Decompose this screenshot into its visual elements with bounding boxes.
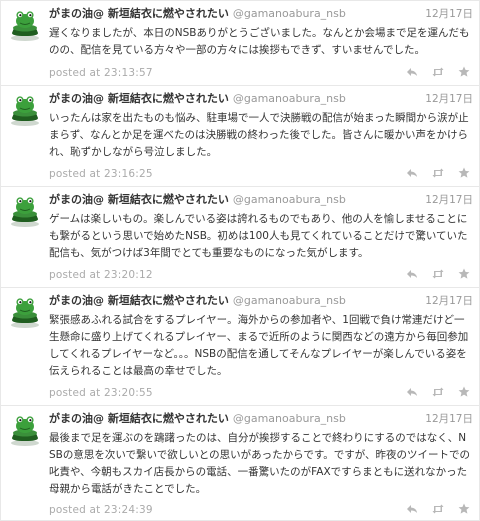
- posted-at[interactable]: posted at 23:20:12: [49, 269, 153, 281]
- screen-name[interactable]: @gamanoabura_nsb: [233, 294, 346, 307]
- screen-name[interactable]: @gamanoabura_nsb: [233, 7, 346, 20]
- frog-avatar-icon: [11, 197, 39, 227]
- retweet-icon[interactable]: [431, 385, 445, 399]
- tweet-header: がまの油@ 新垣結衣に燃やされたい @gamanoabura_nsb 12月17日: [49, 293, 473, 309]
- tweet-actions: [405, 65, 471, 79]
- display-name[interactable]: がまの油@ 新垣結衣に燃やされたい: [49, 294, 229, 307]
- reply-icon[interactable]: [405, 502, 419, 516]
- tweet-actions: [405, 502, 471, 516]
- star-icon[interactable]: [457, 65, 471, 79]
- tweet-text: いったんは家を出たものも悩み、駐車場で一人で決勝戦の配信が始まった瞬間から涙が止…: [49, 112, 469, 158]
- tweet-item: がまの油@ 新垣結衣に燃やされたい @gamanoabura_nsb 12月17日…: [1, 187, 479, 288]
- posted-at[interactable]: posted at 23:16:25: [49, 168, 153, 180]
- star-icon[interactable]: [457, 385, 471, 399]
- tweet-item: がまの油@ 新垣結衣に燃やされたい @gamanoabura_nsb 12月17日…: [1, 1, 479, 86]
- retweet-icon[interactable]: [431, 65, 445, 79]
- avatar[interactable]: [7, 6, 43, 42]
- tweet-text: ゲームは楽しいもの。楽しんでいる姿は誇れるものでもあり、他の人を愉しませることに…: [49, 213, 468, 259]
- posted-at[interactable]: posted at 23:20:55: [49, 387, 153, 399]
- display-name[interactable]: がまの油@ 新垣結衣に燃やされたい: [49, 193, 229, 206]
- screen-name[interactable]: @gamanoabura_nsb: [233, 92, 346, 105]
- tweet-date[interactable]: 12月17日: [425, 192, 473, 208]
- tweet-actions: [405, 166, 471, 180]
- posted-at[interactable]: posted at 23:24:39: [49, 504, 153, 516]
- tweet-date[interactable]: 12月17日: [425, 293, 473, 309]
- avatar[interactable]: [7, 411, 43, 447]
- posted-at[interactable]: posted at 23:13:57: [49, 67, 153, 79]
- avatar[interactable]: [7, 91, 43, 127]
- screen-name[interactable]: @gamanoabura_nsb: [233, 412, 346, 425]
- tweet-header: がまの油@ 新垣結衣に燃やされたい @gamanoabura_nsb 12月17日: [49, 411, 473, 427]
- star-icon[interactable]: [457, 267, 471, 281]
- tweet-text: 最後まで足を運ぶのを躊躇ったのは、自分が挨拶することで終わりにするのではなく、N…: [49, 432, 471, 495]
- reply-icon[interactable]: [405, 166, 419, 180]
- tweet-date[interactable]: 12月17日: [425, 411, 473, 427]
- reply-icon[interactable]: [405, 65, 419, 79]
- tweet-item: がまの油@ 新垣結衣に燃やされたい @gamanoabura_nsb 12月17日…: [1, 288, 479, 406]
- reply-icon[interactable]: [405, 267, 419, 281]
- tweet-header: がまの油@ 新垣結衣に燃やされたい @gamanoabura_nsb 12月17日: [49, 6, 473, 22]
- tweet-date[interactable]: 12月17日: [425, 91, 473, 107]
- retweet-icon[interactable]: [431, 166, 445, 180]
- star-icon[interactable]: [457, 502, 471, 516]
- tweet-item: がまの油@ 新垣結衣に燃やされたい @gamanoabura_nsb 12月17日…: [1, 86, 479, 187]
- reply-icon[interactable]: [405, 385, 419, 399]
- screen-name[interactable]: @gamanoabura_nsb: [233, 193, 346, 206]
- frog-avatar-icon: [11, 416, 39, 446]
- frog-avatar-icon: [11, 11, 39, 41]
- avatar[interactable]: [7, 192, 43, 228]
- display-name[interactable]: がまの油@ 新垣結衣に燃やされたい: [49, 7, 229, 20]
- tweet-header: がまの油@ 新垣結衣に燃やされたい @gamanoabura_nsb 12月17日: [49, 91, 473, 107]
- tweet-actions: [405, 385, 471, 399]
- avatar[interactable]: [7, 293, 43, 329]
- display-name[interactable]: がまの油@ 新垣結衣に燃やされたい: [49, 412, 229, 425]
- frog-avatar-icon: [11, 96, 39, 126]
- tweet-date[interactable]: 12月17日: [425, 6, 473, 22]
- retweet-icon[interactable]: [431, 502, 445, 516]
- display-name[interactable]: がまの油@ 新垣結衣に燃やされたい: [49, 92, 229, 105]
- tweet-header: がまの油@ 新垣結衣に燃やされたい @gamanoabura_nsb 12月17日: [49, 192, 473, 208]
- tweet-timeline: がまの油@ 新垣結衣に燃やされたい @gamanoabura_nsb 12月17日…: [0, 0, 480, 521]
- star-icon[interactable]: [457, 166, 471, 180]
- retweet-icon[interactable]: [431, 267, 445, 281]
- frog-avatar-icon: [11, 298, 39, 328]
- tweet-actions: [405, 267, 471, 281]
- tweet-item: がまの油@ 新垣結衣に燃やされたい @gamanoabura_nsb 12月17日…: [1, 406, 479, 520]
- tweet-text: 遅くなりましたが、本日のNSBありがとうございました。なんとか会場まで足を運んだ…: [49, 27, 470, 56]
- tweet-text: 緊張感あふれる試合をするプレイヤー。海外からの参加者や、1回戦で負け常連だけど一…: [49, 314, 469, 377]
